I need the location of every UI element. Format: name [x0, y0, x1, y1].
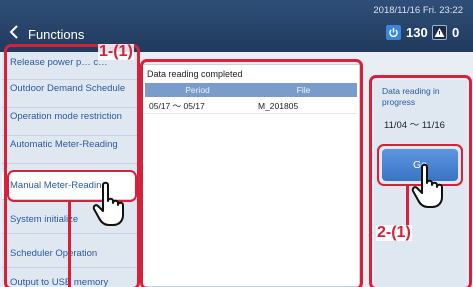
- column-header-file: File: [296, 85, 311, 95]
- sidebar-item-manual-meter-reading[interactable]: Manual Meter-Reading: [2, 172, 137, 200]
- power-count: 130: [406, 24, 428, 40]
- go-button[interactable]: Go: [382, 149, 458, 181]
- page-title: Functions: [28, 27, 85, 42]
- datetime-display: 2018/11/16 Fri. 23:22: [373, 5, 463, 16]
- column-header-period: Period: [185, 85, 210, 95]
- table-row[interactable]: 05/17 ～ 05/17 M_201805: [145, 98, 357, 114]
- annotation-pointer-line: [68, 202, 71, 287]
- sidebar-item-automatic-meter-reading[interactable]: Automatic Meter-Reading: [2, 136, 137, 164]
- table-header: Period File: [145, 83, 357, 97]
- sidebar-item-label: Scheduler Operation: [10, 248, 98, 259]
- header-bar: Functions 2018/11/16 Fri. 23:22 130 0: [0, 0, 473, 52]
- sidebar-item-label: Output to USB memory: [10, 277, 109, 287]
- sidebar-item-label: Manual Meter-Reading: [10, 180, 107, 191]
- functions-screen: Functions 2018/11/16 Fri. 23:22 130 0 Re…: [0, 0, 473, 287]
- annotation-pointer-line: [406, 186, 409, 226]
- sidebar-item-outdoor-demand[interactable]: Outdoor Demand Schedule: [2, 80, 137, 108]
- annotation-label-step-1: 1-(1): [98, 43, 134, 60]
- meter-reading-panel: Data reading completed Period File 05/17…: [142, 64, 360, 287]
- reading-progress-box: Data reading in progress 11/04 ～ 11/16: [374, 80, 467, 287]
- power-stat: 130: [386, 23, 428, 41]
- power-icon: [386, 24, 401, 40]
- row-file: M_201805: [258, 101, 299, 111]
- annotation-label-step-2: 2-(1): [376, 224, 412, 241]
- sidebar-item-label: Outdoor Demand Schedule: [10, 83, 126, 94]
- warning-stat: 0: [432, 23, 459, 41]
- sidebar-item-operation-mode[interactable]: Operation mode restriction: [2, 108, 137, 136]
- row-period: 05/17 ～ 05/17: [149, 101, 205, 111]
- back-chevron-icon[interactable]: [6, 22, 22, 42]
- sidebar-item-label: Automatic Meter-Reading: [10, 139, 118, 150]
- reading-status: Data reading completed: [147, 69, 243, 79]
- sidebar-item-label: Release power p… c…: [10, 57, 108, 68]
- warning-count: 0: [452, 24, 460, 40]
- progress-status: Data reading in progress: [382, 86, 440, 107]
- progress-period: 11/04 ～ 11/16: [384, 120, 445, 131]
- warning-icon: [432, 24, 447, 40]
- sidebar-item-label: Operation mode restriction: [10, 111, 122, 122]
